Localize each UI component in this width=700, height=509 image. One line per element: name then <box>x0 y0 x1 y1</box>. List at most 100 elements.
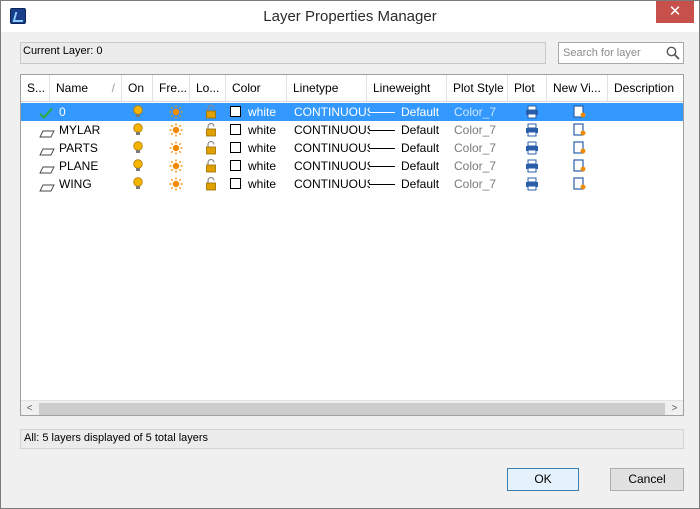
layer-plot-printer-icon[interactable] <box>525 121 541 139</box>
column-header-freeze[interactable]: Fre... <box>153 75 190 102</box>
layer-on-bulb-icon[interactable] <box>132 175 148 193</box>
lineweight-value: Default <box>401 141 440 155</box>
column-header-lock[interactable]: Lo... <box>190 75 226 102</box>
layer-name[interactable]: 0 <box>59 103 123 121</box>
layer-new-vp-freeze-icon[interactable] <box>573 121 589 139</box>
layer-row[interactable]: PLANE white CONTINUOUS Default Color_7 <box>21 157 683 175</box>
layer-plot-printer-icon[interactable] <box>525 139 541 157</box>
color-name: white <box>248 123 277 137</box>
layer-on-bulb-icon[interactable] <box>132 157 148 175</box>
color-name: white <box>248 141 277 155</box>
ok-button[interactable]: OK <box>507 468 579 491</box>
layer-description[interactable] <box>611 139 681 157</box>
layer-plot-printer-icon[interactable] <box>525 175 541 193</box>
layer-status-icon[interactable] <box>39 157 59 175</box>
layer-properties-window: Layer Properties Manager ✕ Current Layer… <box>0 0 700 509</box>
current-layer-check-icon[interactable] <box>39 103 59 121</box>
layer-plot-printer-icon[interactable] <box>525 103 541 121</box>
column-header-name[interactable]: Name / <box>50 75 122 102</box>
layer-row[interactable]: PARTS white CONTINUOUS Default Color_7 <box>21 139 683 157</box>
grid-header: S... Name / On Fre... Lo... Color Linety… <box>21 75 683 102</box>
layer-plot-printer-icon[interactable] <box>525 157 541 175</box>
lineweight-sample <box>369 112 395 113</box>
column-header-new-vp-freeze[interactable]: New Vi... <box>547 75 608 102</box>
color-swatch <box>230 178 241 189</box>
layer-new-vp-freeze-icon[interactable] <box>573 157 589 175</box>
title-bar: Layer Properties Manager ✕ <box>1 1 699 32</box>
layer-unlocked-icon[interactable] <box>205 157 221 175</box>
layer-status-icon[interactable] <box>39 175 59 193</box>
layer-linetype[interactable]: CONTINUOUS <box>294 175 370 193</box>
layer-unlocked-icon[interactable] <box>205 121 221 139</box>
layer-thaw-sun-icon[interactable] <box>169 175 185 193</box>
layer-name[interactable]: MYLAR <box>59 121 123 139</box>
layer-linetype[interactable]: CONTINUOUS <box>294 157 370 175</box>
layer-thaw-sun-icon[interactable] <box>169 121 185 139</box>
layer-linetype[interactable]: CONTINUOUS <box>294 121 370 139</box>
scroll-right-arrow-icon[interactable]: > <box>666 401 683 415</box>
layer-on-bulb-icon[interactable] <box>132 103 148 121</box>
layer-unlocked-icon[interactable] <box>205 103 221 121</box>
lineweight-value: Default <box>401 105 440 119</box>
layer-lineweight[interactable]: Default <box>367 157 447 175</box>
search-box[interactable] <box>558 42 684 64</box>
horizontal-scrollbar[interactable]: < > <box>21 400 683 415</box>
layer-plot-style: Color_7 <box>454 159 497 173</box>
layer-linetype[interactable]: CONTINUOUS <box>294 103 370 121</box>
column-header-plot[interactable]: Plot <box>508 75 547 102</box>
search-icon[interactable] <box>666 46 680 60</box>
scroll-left-arrow-icon[interactable]: < <box>21 401 38 415</box>
layer-description[interactable] <box>611 175 681 193</box>
layer-lineweight[interactable]: Default <box>367 139 447 157</box>
layer-lineweight[interactable]: Default <box>367 175 447 193</box>
layer-on-bulb-icon[interactable] <box>132 121 148 139</box>
layer-description[interactable] <box>611 103 681 121</box>
column-header-name-label: Name <box>56 81 89 95</box>
lineweight-sample <box>369 166 395 167</box>
layer-name[interactable]: PLANE <box>59 157 123 175</box>
color-name: white <box>248 105 277 119</box>
layer-color[interactable]: white <box>226 121 287 139</box>
layer-unlocked-icon[interactable] <box>205 175 221 193</box>
layer-new-vp-freeze-icon[interactable] <box>573 175 589 193</box>
layer-color[interactable]: white <box>226 157 287 175</box>
color-swatch <box>230 160 241 171</box>
scroll-thumb[interactable] <box>39 403 665 415</box>
layer-lineweight[interactable]: Default <box>367 103 447 121</box>
layer-unlocked-icon[interactable] <box>205 139 221 157</box>
layer-linetype[interactable]: CONTINUOUS <box>294 139 370 157</box>
column-header-description[interactable]: Description <box>608 75 683 102</box>
layer-new-vp-freeze-icon[interactable] <box>573 139 589 157</box>
layer-plot-style: Color_7 <box>454 141 497 155</box>
column-header-linetype[interactable]: Linetype <box>287 75 367 102</box>
layer-description[interactable] <box>611 121 681 139</box>
layer-thaw-sun-icon[interactable] <box>169 157 185 175</box>
color-name: white <box>248 159 277 173</box>
column-header-color[interactable]: Color <box>226 75 287 102</box>
close-button[interactable]: ✕ <box>656 1 694 23</box>
layer-color[interactable]: white <box>226 103 287 121</box>
layer-thaw-sun-icon[interactable] <box>169 103 185 121</box>
layer-row[interactable]: WING white CONTINUOUS Default Color_7 <box>21 175 683 193</box>
layer-name[interactable]: WING <box>59 175 123 193</box>
layer-status-icon[interactable] <box>39 121 59 139</box>
layer-row[interactable]: 0 white CONTINUOUS Default Color_7 <box>21 103 683 121</box>
layer-description[interactable] <box>611 157 681 175</box>
layer-list-grid[interactable]: S... Name / On Fre... Lo... Color Linety… <box>20 74 684 416</box>
layer-color[interactable]: white <box>226 139 287 157</box>
lineweight-value: Default <box>401 123 440 137</box>
column-header-on[interactable]: On <box>122 75 153 102</box>
layer-color[interactable]: white <box>226 175 287 193</box>
column-header-lineweight[interactable]: Lineweight <box>367 75 447 102</box>
layer-on-bulb-icon[interactable] <box>132 139 148 157</box>
search-input[interactable] <box>559 43 663 63</box>
layer-thaw-sun-icon[interactable] <box>169 139 185 157</box>
layer-new-vp-freeze-icon[interactable] <box>573 103 589 121</box>
column-header-plot-style[interactable]: Plot Style <box>447 75 508 102</box>
layer-name[interactable]: PARTS <box>59 139 123 157</box>
layer-status-icon[interactable] <box>39 139 59 157</box>
column-header-status[interactable]: S... <box>21 75 50 102</box>
layer-row[interactable]: MYLAR white CONTINUOUS Default Color_7 <box>21 121 683 139</box>
layer-lineweight[interactable]: Default <box>367 121 447 139</box>
cancel-button[interactable]: Cancel <box>610 468 684 491</box>
